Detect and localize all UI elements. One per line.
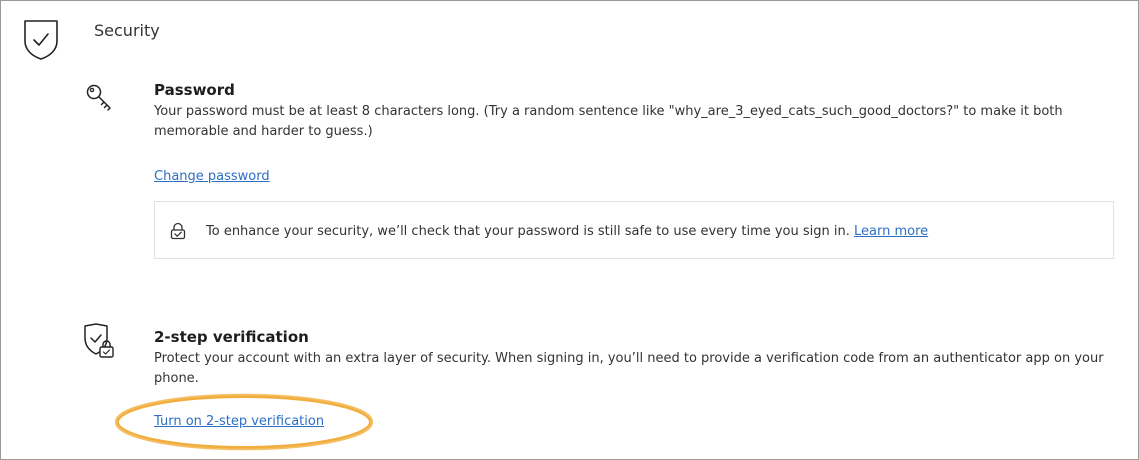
password-title: Password <box>154 81 235 99</box>
section-title: Security <box>94 21 160 40</box>
notice-text-line: To enhance your security, we’ll check th… <box>206 223 928 240</box>
learn-more-link[interactable]: Learn more <box>854 224 928 239</box>
turn-on-two-step-link[interactable]: Turn on 2-step verification <box>154 413 324 430</box>
two-step-description: Protect your account with an extra layer… <box>154 351 1104 386</box>
security-panel: Security Password Your password must be … <box>0 0 1139 460</box>
shield-check-icon <box>24 20 58 60</box>
key-icon <box>86 84 111 111</box>
password-check-notice: To enhance your security, we’ll check th… <box>154 201 1114 259</box>
lock-check-icon <box>170 222 186 240</box>
change-password-link[interactable]: Change password <box>154 168 270 185</box>
shield-lock-icon <box>84 323 114 358</box>
notice-text: To enhance your security, we’ll check th… <box>206 224 850 239</box>
password-description: Your password must be at least 8 charact… <box>154 104 1063 139</box>
two-step-title: 2-step verification <box>154 328 309 346</box>
